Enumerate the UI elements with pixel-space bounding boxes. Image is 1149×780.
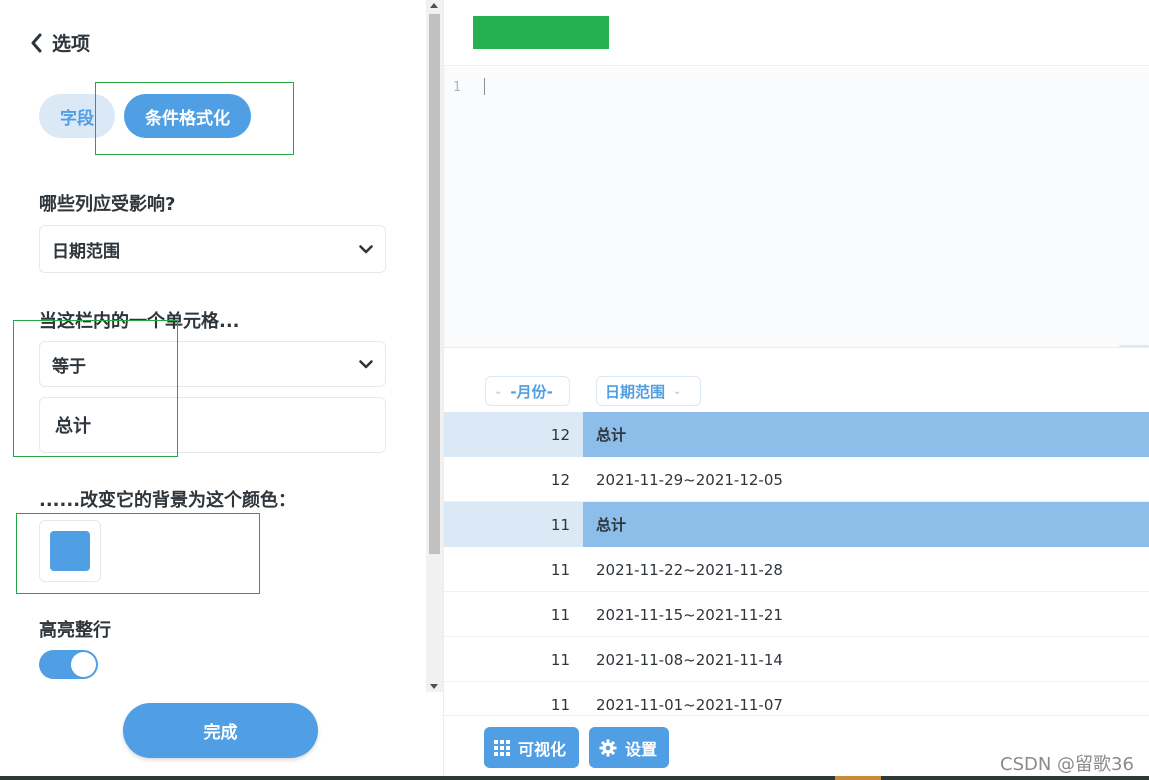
tab-conditional-formatting[interactable]: 条件格式化: [124, 94, 251, 138]
operator-select-value: 等于: [52, 356, 86, 377]
scroll-thumb[interactable]: [429, 14, 440, 554]
cell-date-range[interactable]: 2021-11-15~2021-11-21: [583, 592, 1149, 637]
color-question-label: ......改变它的背景为这个颜色：: [39, 490, 297, 511]
cell-month[interactable]: 11: [444, 682, 583, 715]
cell-date-range[interactable]: 2021-11-29~2021-12-05: [583, 457, 1149, 502]
table-row: 11 2021-11-08~2021-11-14: [444, 637, 1149, 682]
match-value-input[interactable]: 总计: [39, 397, 386, 453]
columns-select-value: 日期范围: [52, 241, 120, 262]
run-button[interactable]: [473, 16, 609, 49]
cell-date-range[interactable]: 2021-11-01~2021-11-07: [583, 682, 1149, 715]
taskbar-strip: [0, 776, 1149, 780]
column-header-label: 日期范围: [605, 382, 666, 401]
table-row: 12 2021-11-29~2021-12-05: [444, 457, 1149, 502]
visualize-button[interactable]: 可视化: [484, 727, 579, 768]
column-header-label: -月份-: [510, 382, 553, 401]
chevron-down-icon: [359, 359, 373, 368]
chevron-down-icon: ⌄: [673, 385, 682, 397]
cell-month[interactable]: 12: [444, 457, 583, 502]
settings-button[interactable]: 设置: [589, 727, 669, 768]
table-row: 11 2021-11-15~2021-11-21: [444, 592, 1149, 637]
table-row: 12 总计: [444, 412, 1149, 457]
text-caret: [484, 78, 485, 95]
highlight-row-label: 高亮整行: [39, 620, 111, 641]
cell-date-range[interactable]: 2021-11-08~2021-11-14: [583, 637, 1149, 682]
color-picker[interactable]: [39, 520, 101, 582]
cell-question-label: 当这栏内的一个单元格...: [39, 311, 240, 332]
cell-month[interactable]: 11: [444, 592, 583, 637]
color-swatch: [50, 531, 90, 571]
chevron-down-icon: ⌄: [494, 385, 503, 397]
table-row: 11 2021-11-01~2021-11-07: [444, 682, 1149, 715]
watermark: CSDN @留歌36: [1000, 754, 1134, 775]
cell-month[interactable]: 11: [444, 502, 583, 547]
cell-month[interactable]: 11: [444, 547, 583, 592]
tab-fields[interactable]: 字段: [39, 94, 115, 138]
settings-label: 设置: [625, 739, 658, 759]
highlight-row-toggle[interactable]: [39, 650, 98, 679]
table-row: 11 总计: [444, 502, 1149, 547]
sidebar-title: 选项: [52, 33, 91, 55]
sidebar-scrollbar[interactable]: [426, 0, 443, 692]
scroll-up-icon[interactable]: [430, 3, 438, 8]
options-sidebar: 选项 字段 条件格式化 哪些列应受影响? 日期范围 当这栏内的一个单元格... …: [0, 0, 426, 780]
cell-date-range[interactable]: 总计: [583, 502, 1149, 547]
done-button[interactable]: 完成: [123, 703, 318, 758]
cell-month[interactable]: 11: [444, 637, 583, 682]
cell-date-range[interactable]: 2021-11-22~2021-11-28: [583, 547, 1149, 592]
line-number: 1: [453, 80, 461, 95]
results-table: ⌄ -月份- 日期范围 ⌄ 12 总计 12 2021-11-29~2021-12-0…: [444, 347, 1149, 715]
grid-icon: [494, 739, 510, 756]
gear-icon: [599, 739, 617, 756]
visualize-label: 可视化: [518, 739, 567, 759]
scroll-down-icon[interactable]: [430, 684, 438, 689]
table-row: 11 2021-11-22~2021-11-28: [444, 547, 1149, 592]
columns-select[interactable]: 日期范围: [39, 225, 386, 273]
columns-question-label: 哪些列应受影响?: [39, 194, 176, 215]
query-header: [444, 0, 1149, 66]
sql-editor[interactable]: 1: [444, 67, 1149, 349]
taskbar-indicator: [835, 776, 881, 780]
cell-month[interactable]: 12: [444, 412, 583, 457]
column-header-date-range[interactable]: 日期范围 ⌄: [596, 376, 701, 406]
cell-date-range[interactable]: 总计: [583, 412, 1149, 457]
chevron-down-icon: [359, 244, 373, 253]
back-button[interactable]: 选项: [30, 29, 90, 56]
chevron-left-icon: [31, 33, 42, 52]
operator-select[interactable]: 等于: [39, 341, 386, 387]
column-header-month[interactable]: ⌄ -月份-: [485, 376, 570, 406]
toggle-knob: [71, 652, 96, 677]
